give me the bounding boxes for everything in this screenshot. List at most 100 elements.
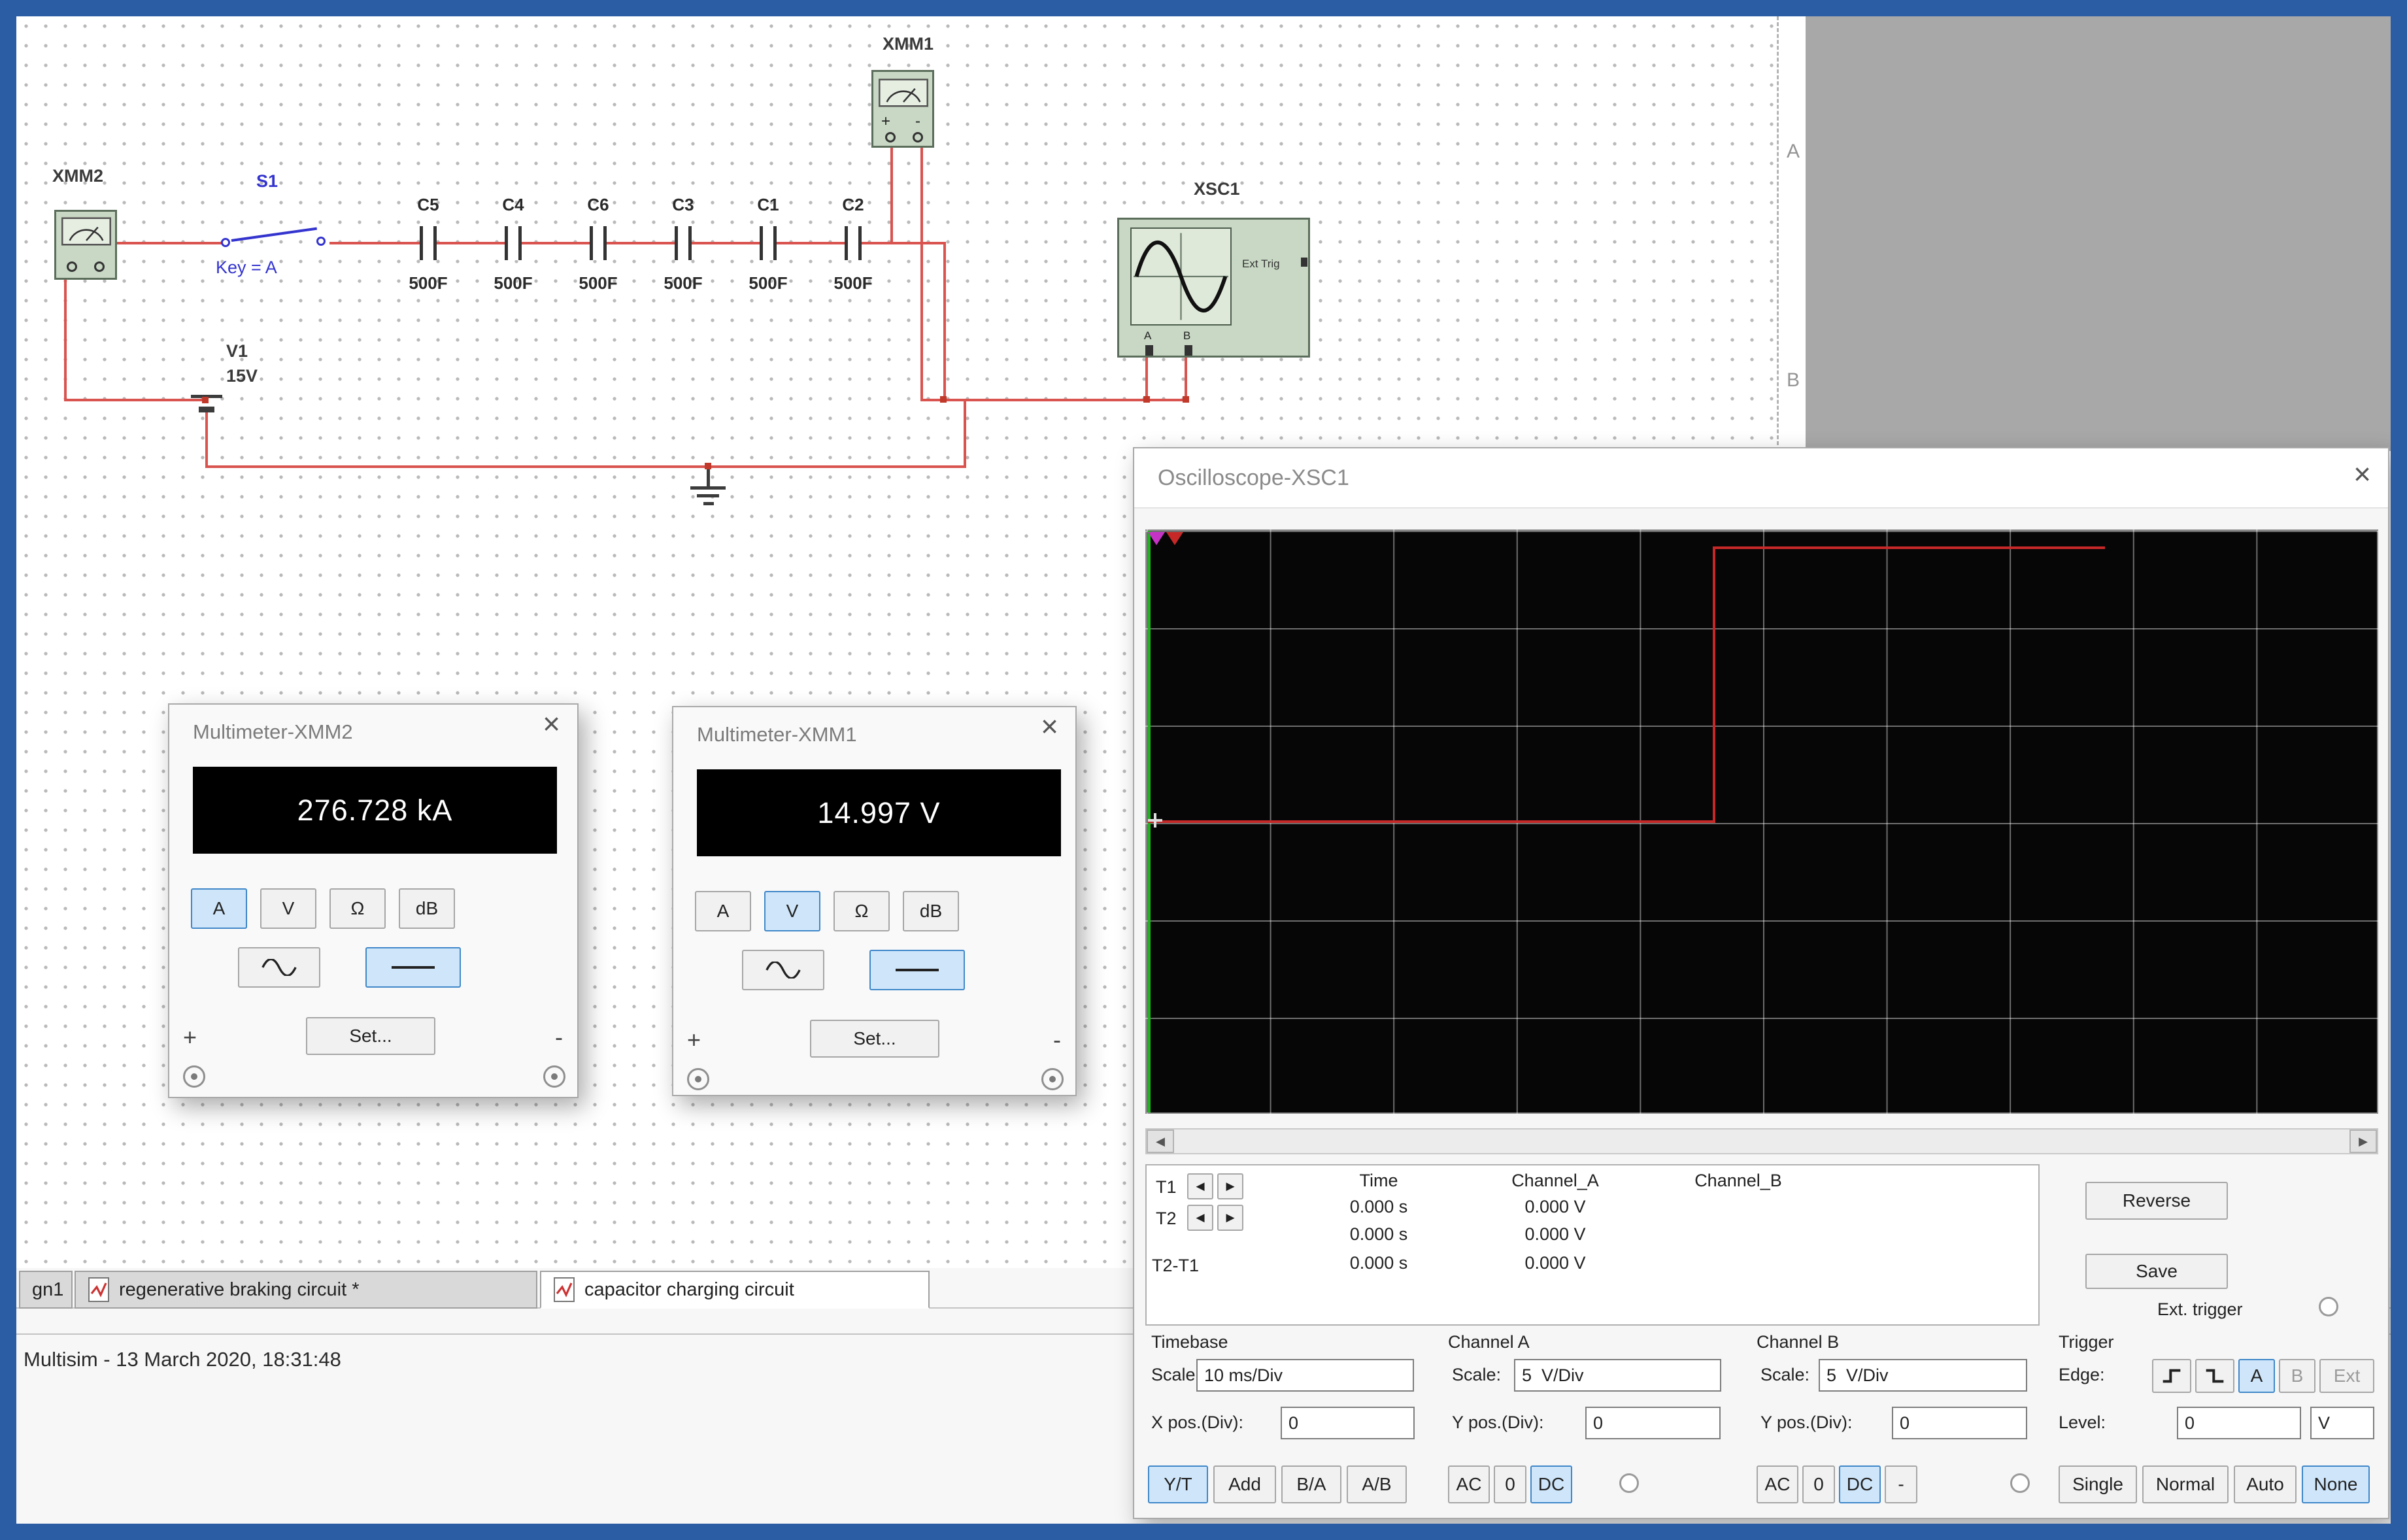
switch-contact[interactable] [316, 237, 326, 246]
wire [117, 242, 224, 244]
timebase-yt-button[interactable]: Y/T [1148, 1465, 1208, 1503]
col-header-channel-b: Channel_B [1663, 1171, 1813, 1191]
scope-scrollbar[interactable]: ◀ ▶ [1145, 1128, 2378, 1154]
capacitor-symbol[interactable] [845, 226, 862, 260]
ext-trigger-radio[interactable] [2319, 1297, 2338, 1316]
xsc1-ref-label: XSC1 [1194, 179, 1240, 199]
negative-terminal[interactable] [543, 1065, 565, 1088]
channel-b-zero-button[interactable]: 0 [1802, 1465, 1835, 1503]
capacitor-symbol[interactable] [505, 226, 522, 260]
capacitor-ref: C4 [494, 195, 533, 215]
channel-a-ac-button[interactable]: AC [1448, 1465, 1490, 1503]
mode-button-db[interactable]: dB [903, 891, 959, 931]
t2-right-icon[interactable]: ▶ [1217, 1205, 1243, 1231]
titlebar[interactable]: Multimeter-XMM2 × [169, 705, 577, 757]
dc-coupling-button[interactable] [869, 950, 965, 990]
trigger-source-a-button[interactable]: A [2238, 1359, 2275, 1393]
timebase-ab-button[interactable]: A/B [1347, 1465, 1407, 1503]
trigger-auto-button[interactable]: Auto [2234, 1465, 2297, 1503]
plus-mark: + [881, 112, 890, 131]
tab-regenerative-braking-circuit[interactable]: regenerative braking circuit * [75, 1271, 537, 1309]
xmm1-ref-label: XMM1 [883, 34, 934, 54]
t2-left-icon[interactable]: ◀ [1187, 1205, 1213, 1231]
t1-right-icon[interactable]: ▶ [1217, 1173, 1243, 1199]
titlebar[interactable]: Multimeter-XMM1 × [673, 707, 1075, 760]
capacitor-symbol[interactable] [420, 226, 437, 260]
switch-ref: S1 [256, 171, 278, 192]
xmm1-instrument-icon[interactable]: + - [871, 70, 934, 148]
falling-edge-icon[interactable] [2195, 1359, 2234, 1393]
mode-button-db[interactable]: dB [399, 888, 455, 929]
ac-coupling-button[interactable] [238, 947, 320, 988]
capacitor-ref: C6 [579, 195, 618, 215]
cursor-marker-t1[interactable] [1148, 532, 1165, 545]
channel-a-scale-input[interactable] [1514, 1359, 1721, 1392]
reverse-button[interactable]: Reverse [2085, 1182, 2228, 1220]
channel-b-radio[interactable] [2010, 1473, 2030, 1493]
set-button[interactable]: Set... [306, 1017, 435, 1055]
capacitor-symbol[interactable] [760, 226, 777, 260]
scope-screen[interactable] [1145, 529, 2378, 1114]
negative-terminal-label: - [1053, 1026, 1061, 1054]
trigger-none-button[interactable]: None [2302, 1465, 2370, 1503]
trigger-single-button[interactable]: Single [2059, 1465, 2137, 1503]
set-button[interactable]: Set... [810, 1020, 939, 1058]
cursor-marker-t2[interactable] [1166, 532, 1183, 545]
positive-terminal[interactable] [183, 1065, 205, 1088]
multimeter-xmm2-window: Multimeter-XMM2 × 276.728 kA A V Ω dB + … [168, 703, 579, 1098]
scroll-left-icon[interactable]: ◀ [1147, 1130, 1174, 1153]
trigger-level-input[interactable] [2177, 1407, 2301, 1439]
close-icon[interactable]: × [1041, 711, 1058, 741]
t1-left-icon[interactable]: ◀ [1187, 1173, 1213, 1199]
capacitor-symbol[interactable] [675, 226, 692, 260]
dc-coupling-button[interactable] [365, 947, 461, 988]
mode-button-resistance[interactable]: Ω [833, 891, 890, 931]
xmm2-instrument-icon[interactable] [54, 210, 117, 280]
tab-capacitor-charging-circuit[interactable]: capacitor charging circuit [540, 1271, 930, 1309]
trigger-source-b-button[interactable]: B [2279, 1359, 2315, 1393]
save-button[interactable]: Save [2085, 1254, 2228, 1289]
close-icon[interactable]: × [543, 709, 560, 739]
channel-b-minus-button[interactable]: - [1885, 1465, 1917, 1503]
trigger-level-unit[interactable]: V [2310, 1407, 2374, 1439]
mode-button-voltage[interactable]: V [764, 891, 820, 931]
channel-b-ypos-input[interactable] [1892, 1407, 2027, 1439]
negative-terminal[interactable] [1041, 1068, 1064, 1090]
timebase-ba-button[interactable]: B/A [1281, 1465, 1341, 1503]
channel-a-ypos-input[interactable] [1585, 1407, 1721, 1439]
mode-button-current[interactable]: A [695, 891, 751, 931]
channel-b-scale-input[interactable] [1819, 1359, 2027, 1392]
trigger-normal-button[interactable]: Normal [2142, 1465, 2229, 1503]
channel-b-ac-button[interactable]: AC [1757, 1465, 1798, 1503]
battery-plate-short [199, 407, 214, 412]
channel-a-dc-button[interactable]: DC [1530, 1465, 1572, 1503]
channel-b-dc-button[interactable]: DC [1839, 1465, 1881, 1503]
channel-a-zero-button[interactable]: 0 [1494, 1465, 1526, 1503]
capacitor-symbol[interactable] [590, 226, 607, 260]
minus-mark: - [915, 112, 920, 131]
terminal-pin [94, 261, 105, 272]
channel-a-radio[interactable] [1619, 1473, 1639, 1493]
ac-coupling-button[interactable] [742, 950, 824, 990]
trigger-source-ext-button[interactable]: Ext [2319, 1359, 2374, 1393]
timebase-add-button[interactable]: Add [1213, 1465, 1276, 1503]
trigger-level-label: Level: [2059, 1413, 2106, 1433]
scroll-right-icon[interactable]: ▶ [2349, 1130, 2377, 1153]
close-icon[interactable]: × [2353, 459, 2371, 489]
positive-terminal[interactable] [687, 1068, 709, 1090]
mode-button-resistance[interactable]: Ω [329, 888, 386, 929]
t2-channel-a: 0.000 V [1480, 1224, 1630, 1245]
junction-dot [1183, 396, 1189, 403]
timebase-scale-input[interactable] [1196, 1359, 1414, 1392]
titlebar[interactable]: Oscilloscope-XSC1 × [1134, 448, 2388, 509]
mode-button-voltage[interactable]: V [260, 888, 316, 929]
rising-edge-icon[interactable] [2152, 1359, 2191, 1393]
timebase-xpos-input[interactable] [1281, 1407, 1415, 1439]
tab-design1[interactable]: gn1 [19, 1271, 73, 1309]
switch-contact[interactable] [221, 238, 230, 247]
window-title: Multimeter-XMM2 [193, 720, 353, 744]
terminal-pin [885, 132, 896, 142]
mode-button-current[interactable]: A [191, 888, 247, 929]
tab-label: capacitor charging circuit [584, 1279, 794, 1301]
xsc1-instrument-icon[interactable]: Ext Trig A B [1117, 218, 1310, 358]
